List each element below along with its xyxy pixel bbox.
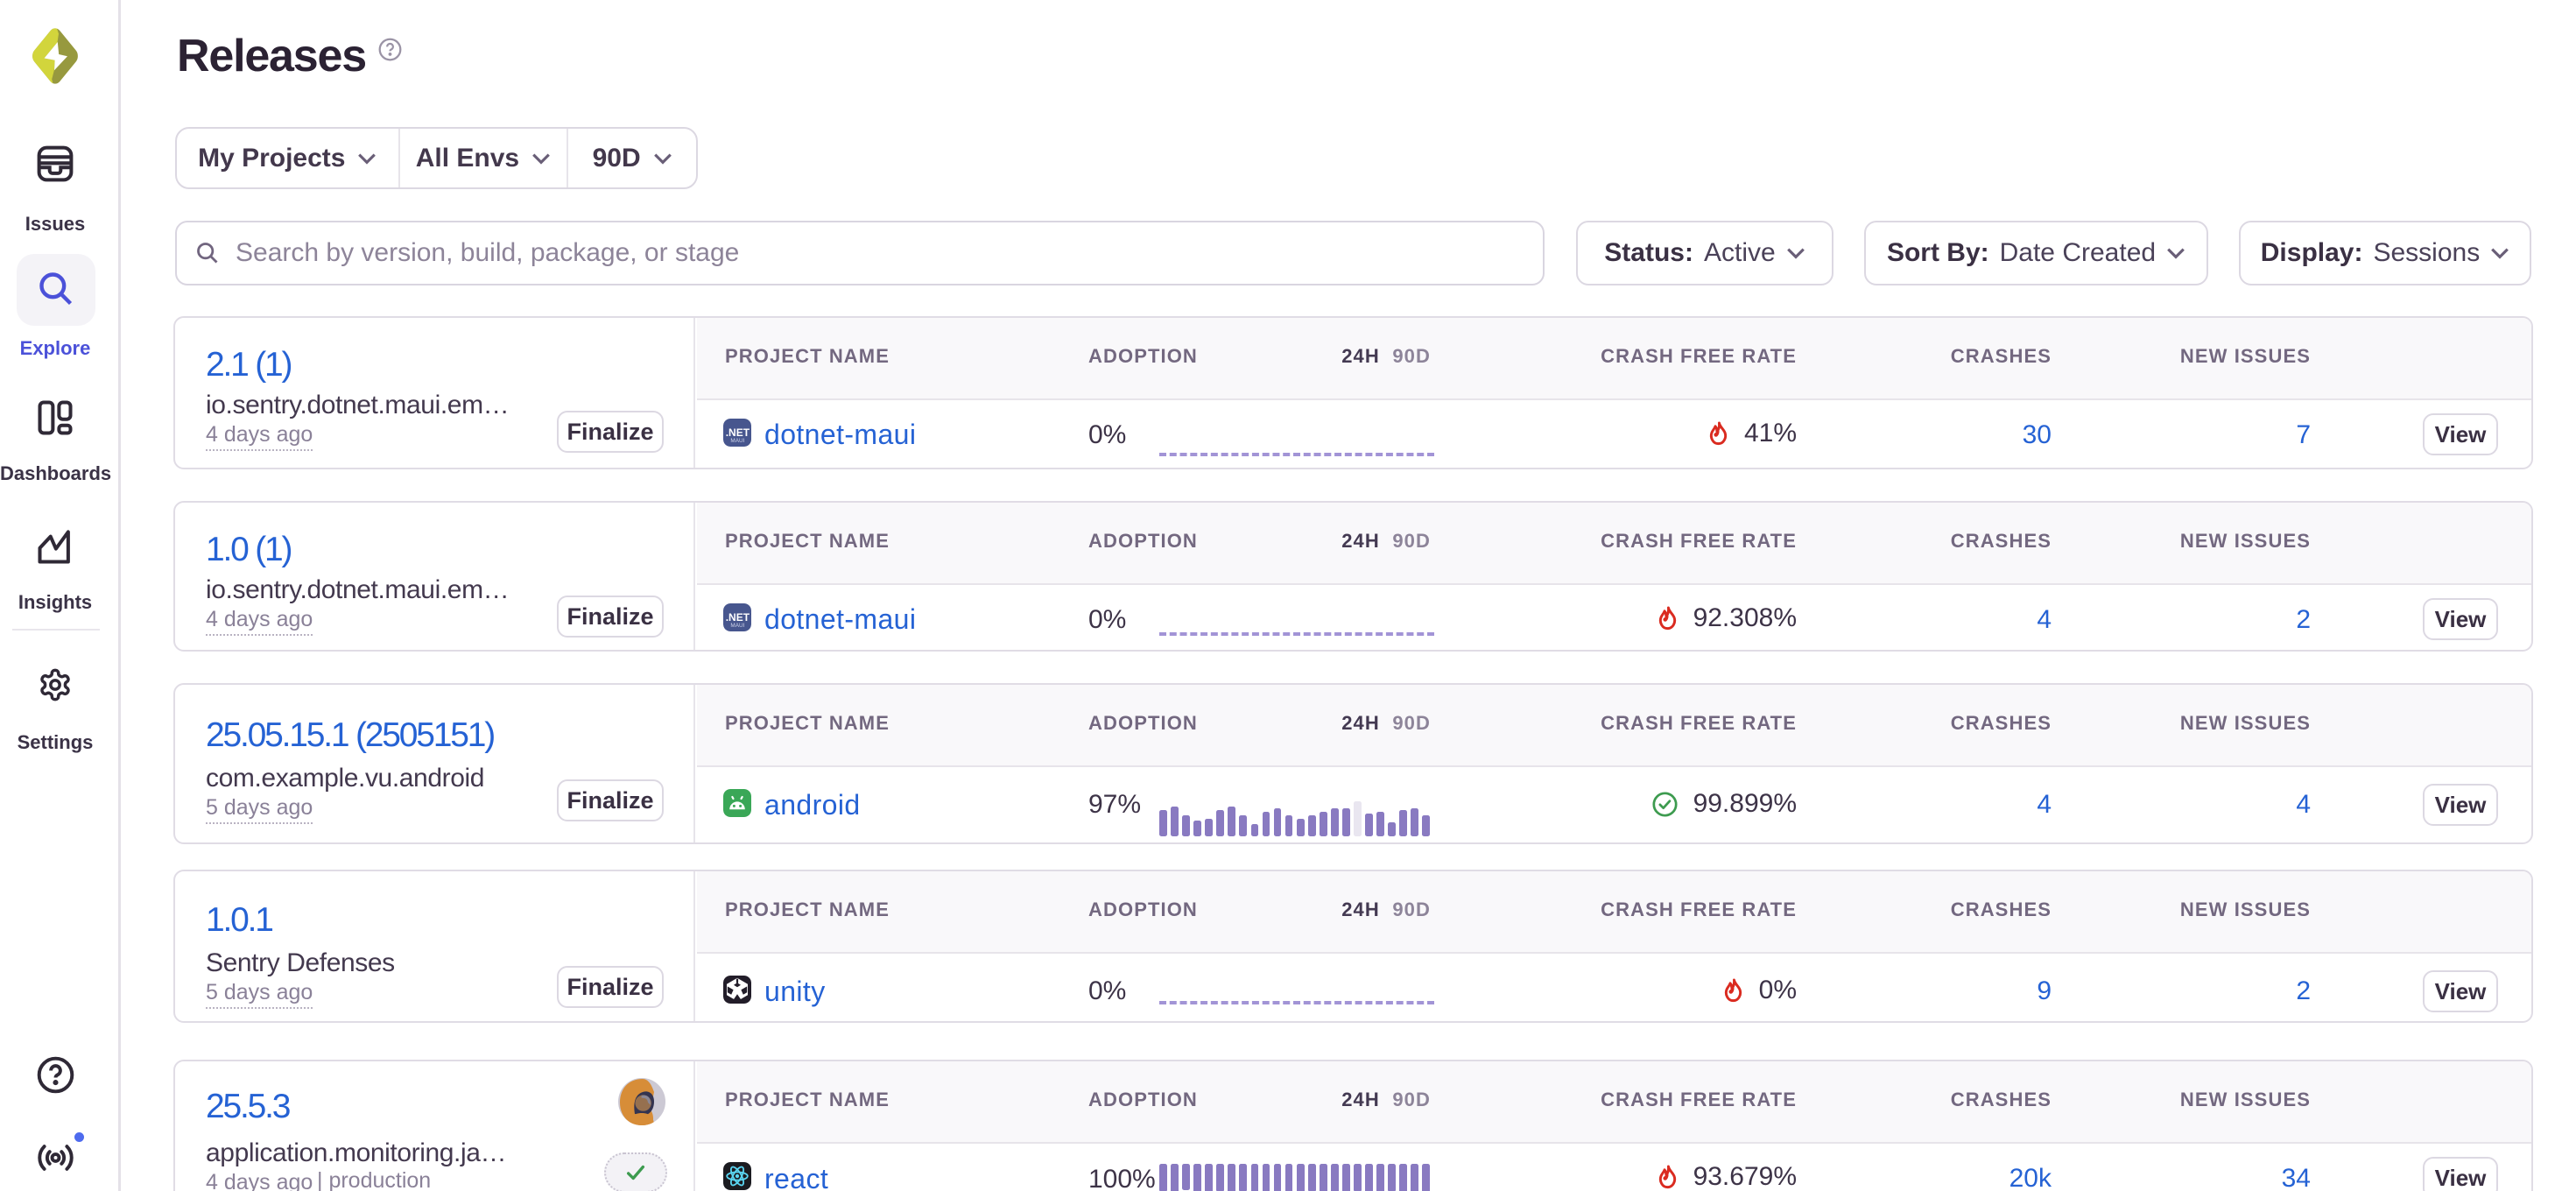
svg-text:.NET: .NET bbox=[726, 426, 750, 439]
svg-text:MAUI: MAUI bbox=[730, 623, 744, 629]
svg-text:MAUI: MAUI bbox=[730, 438, 744, 444]
svg-text:.NET: .NET bbox=[726, 611, 750, 624]
